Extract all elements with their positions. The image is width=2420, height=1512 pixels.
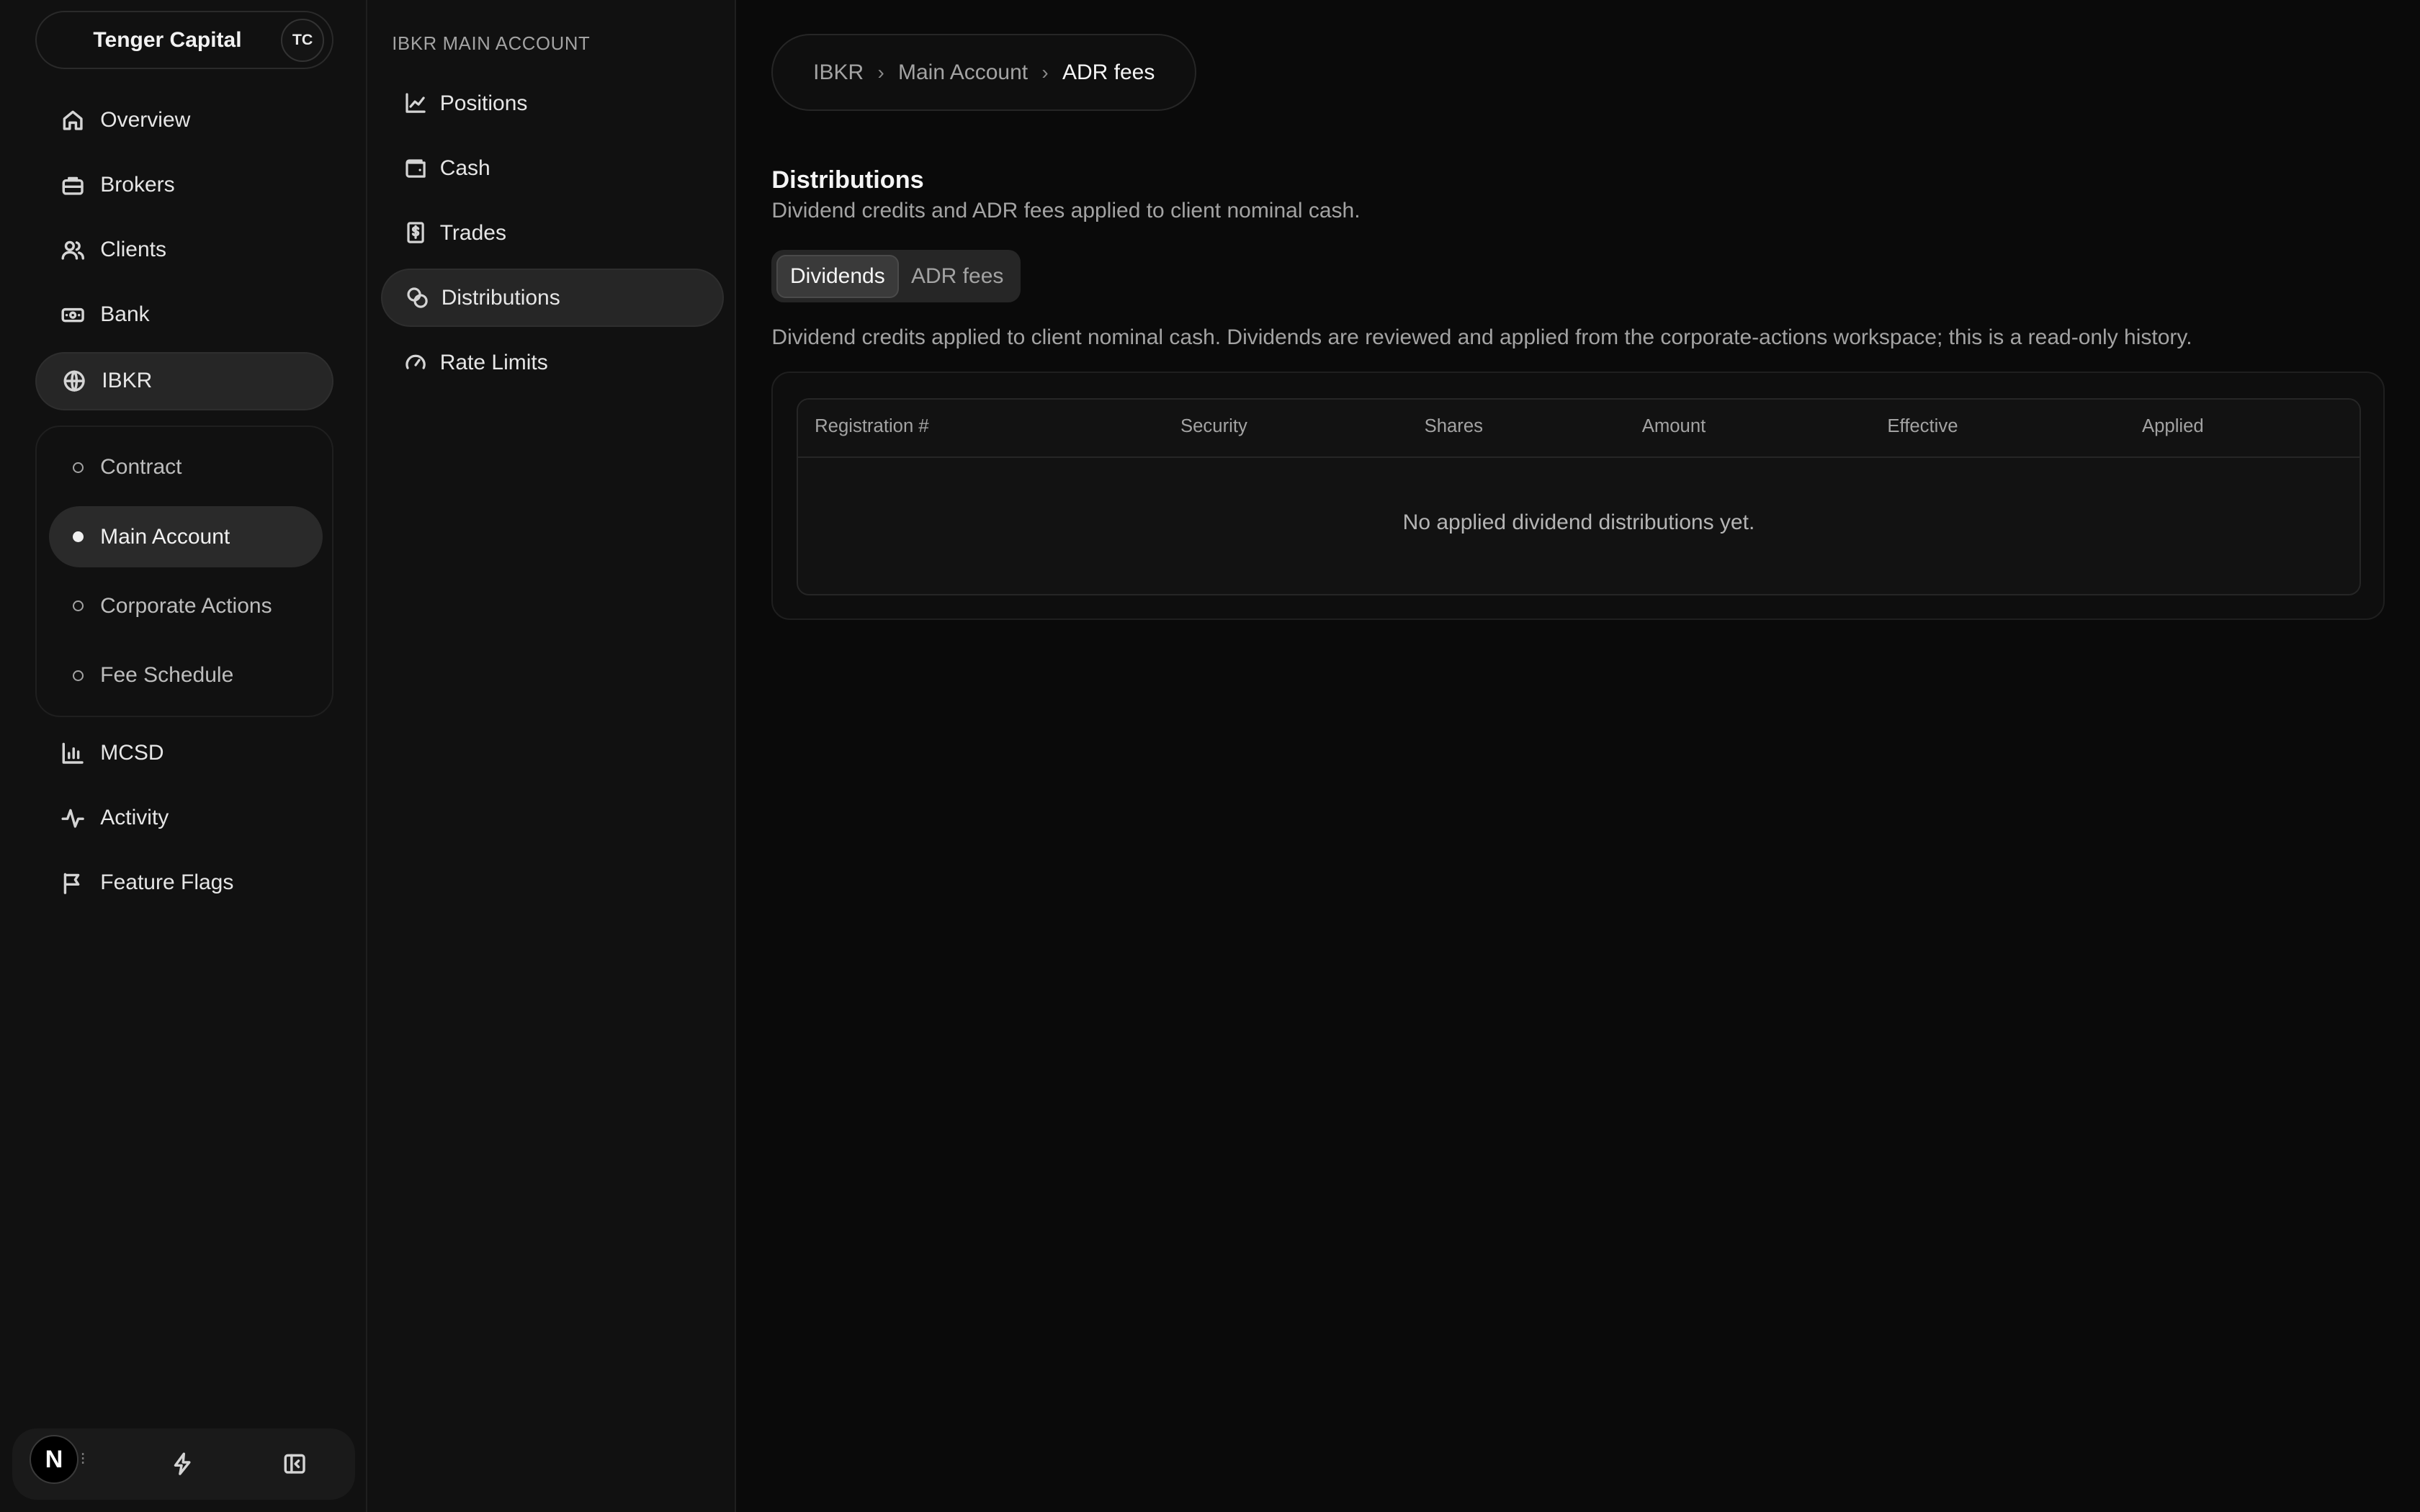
filled-circle-icon: [72, 531, 84, 543]
circle-icon: [72, 462, 84, 473]
sidebar-item-bank[interactable]: Bank: [35, 285, 333, 343]
subnav-item-trades[interactable]: Trades: [381, 204, 724, 262]
column-header-effective[interactable]: Effective: [1887, 416, 1958, 437]
sidebar-subitem-label: Corporate Actions: [100, 593, 272, 618]
page-description: Dividend credits and ADR fees applied to…: [771, 199, 1361, 223]
subnav-item-label: Positions: [439, 91, 528, 115]
column-header-registration[interactable]: Registration #: [815, 416, 929, 437]
table-empty-state: No applied dividend distributions yet.: [1402, 510, 1755, 534]
sidebar-item-label: IBKR: [102, 369, 153, 393]
subnav-item-label: Cash: [439, 156, 490, 180]
tab-description: Dividend credits applied to client nomin…: [771, 325, 2192, 350]
sidebar-item-label: MCSD: [100, 740, 164, 765]
breadcrumb-main-account[interactable]: Main Account: [898, 60, 1028, 85]
subnav-heading: IBKR MAIN ACCOUNT: [392, 34, 591, 55]
sidebar-item-feature-flags[interactable]: Feature Flags: [35, 853, 333, 912]
sidebar-item-label: Feature Flags: [100, 870, 234, 894]
chevron-right-icon: ›: [1041, 60, 1049, 84]
table-header: Registration # Security Shares Amount Ef…: [797, 400, 2360, 459]
sidebar-item-mcsd[interactable]: MCSD: [35, 724, 333, 782]
breadcrumb: IBKR › Main Account › ADR fees: [771, 34, 1197, 112]
sidebar-item-label: Brokers: [100, 173, 175, 197]
app-logo-suffix: ⁝: [80, 1449, 86, 1469]
bar-chart-icon: [62, 742, 84, 764]
subnav-item-rate-limits[interactable]: Rate Limits: [381, 333, 724, 392]
line-chart-icon: [405, 93, 426, 114]
main-content: IBKR › Main Account › ADR fees Distribut…: [736, 0, 2420, 1512]
sidebar-item-clients[interactable]: Clients: [35, 220, 333, 279]
distribution-tabs: Dividends ADR fees: [771, 250, 1021, 302]
collapse-sidebar-icon[interactable]: [282, 1452, 307, 1476]
sidebar-subitem-label: Main Account: [100, 524, 230, 549]
tab-dividends[interactable]: Dividends: [776, 254, 899, 298]
subnav-item-positions[interactable]: Positions: [381, 74, 724, 132]
sidebar-item-label: Bank: [100, 302, 150, 327]
column-header-amount[interactable]: Amount: [1642, 416, 1706, 437]
column-header-shares[interactable]: Shares: [1425, 416, 1483, 437]
tab-adr-fees[interactable]: ADR fees: [899, 255, 1016, 298]
users-icon: [61, 240, 84, 260]
dividends-table: Registration # Security Shares Amount Ef…: [796, 397, 2362, 595]
bolt-icon[interactable]: [170, 1452, 194, 1476]
activity-icon: [61, 809, 84, 828]
breadcrumb-ibkr[interactable]: IBKR: [813, 60, 864, 85]
briefcase-icon: [62, 176, 84, 195]
org-name: Tenger Capital: [93, 27, 242, 52]
coins-icon: [407, 287, 429, 309]
subnav-item-distributions[interactable]: Distributions: [381, 268, 724, 328]
globe-icon: [63, 370, 85, 392]
sidebar-footer: N ⁝: [12, 1428, 355, 1500]
sidebar-item-label: Overview: [100, 108, 191, 132]
circle-icon: [72, 670, 84, 681]
gauge-icon: [405, 355, 426, 370]
subnav-item-label: Rate Limits: [439, 350, 548, 374]
banknote-icon: [61, 307, 84, 323]
dollar-receipt-icon: [407, 222, 425, 244]
circle-icon: [72, 600, 84, 612]
sidebar-item-label: Activity: [100, 805, 169, 829]
home-icon: [63, 110, 83, 130]
sidebar-item-activity[interactable]: Activity: [35, 788, 333, 847]
org-avatar: TC: [281, 18, 325, 62]
sidebar-subitem-main-account[interactable]: Main Account: [49, 505, 323, 568]
sidebar-item-overview[interactable]: Overview: [35, 91, 333, 149]
org-switcher[interactable]: Tenger Capital TC: [35, 11, 333, 70]
distributions-card: Registration # Security Shares Amount Ef…: [771, 372, 2385, 621]
sidebar-subitem-label: Contract: [100, 455, 182, 480]
account-subnav: IBKR MAIN ACCOUNT Positions Cash Trades …: [367, 0, 737, 1512]
flag-icon: [63, 873, 79, 894]
column-header-applied[interactable]: Applied: [2142, 416, 2204, 437]
app-logo[interactable]: N: [29, 1434, 79, 1485]
chevron-right-icon: ›: [877, 60, 884, 84]
sidebar-subitem-contract[interactable]: Contract: [49, 436, 322, 498]
wallet-icon: [405, 159, 426, 179]
ibkr-submenu: Contract Main Account Corporate Actions …: [35, 426, 333, 718]
primary-sidebar: Tenger Capital TC Overview Brokers Clien…: [0, 0, 367, 1512]
subnav-item-label: Distributions: [441, 285, 560, 310]
sidebar-subitem-fee-schedule[interactable]: Fee Schedule: [49, 645, 322, 707]
sidebar-item-label: Clients: [100, 238, 166, 262]
column-header-security[interactable]: Security: [1180, 416, 1247, 437]
sidebar-item-brokers[interactable]: Brokers: [35, 156, 333, 214]
sidebar-subitem-corporate-actions[interactable]: Corporate Actions: [49, 575, 322, 637]
subnav-item-cash[interactable]: Cash: [381, 139, 724, 197]
sidebar-subitem-label: Fee Schedule: [100, 663, 234, 688]
sidebar-item-ibkr[interactable]: IBKR: [35, 351, 333, 410]
subnav-item-label: Trades: [439, 220, 506, 245]
breadcrumb-current: ADR fees: [1062, 60, 1155, 84]
page-title: Distributions: [771, 166, 924, 194]
